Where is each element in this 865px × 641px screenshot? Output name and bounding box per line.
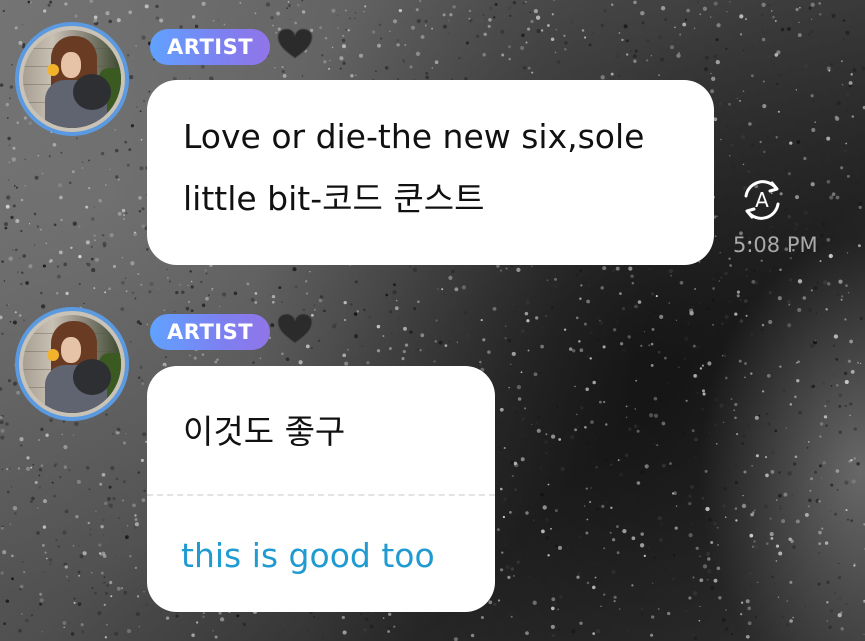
message-text: 이것도 좋구: [183, 412, 346, 451]
message-bubble[interactable]: 이것도 좋구 this is good too: [147, 366, 495, 612]
message-timestamp: 5:08 PM: [733, 233, 818, 257]
artist-avatar[interactable]: [15, 22, 129, 136]
translate-icon[interactable]: A: [736, 174, 788, 226]
artist-badge: ARTIST: [150, 29, 271, 65]
svg-text:A: A: [755, 188, 769, 212]
avatar-photo: [23, 315, 121, 413]
translation-divider: [147, 494, 495, 496]
translation-text: this is good too: [181, 536, 435, 575]
message-text-line: little bit-코드 쿤스트: [183, 179, 485, 218]
avatar-photo: [23, 30, 121, 128]
artist-badge: ARTIST: [150, 314, 271, 350]
artist-avatar[interactable]: [15, 307, 129, 421]
black-heart-icon: [277, 28, 313, 59]
message-bubble[interactable]: Love or die-the new six,sole little bit-…: [147, 80, 714, 265]
message-text-line: Love or die-the new six,sole: [183, 117, 645, 156]
black-heart-icon: [277, 313, 313, 344]
